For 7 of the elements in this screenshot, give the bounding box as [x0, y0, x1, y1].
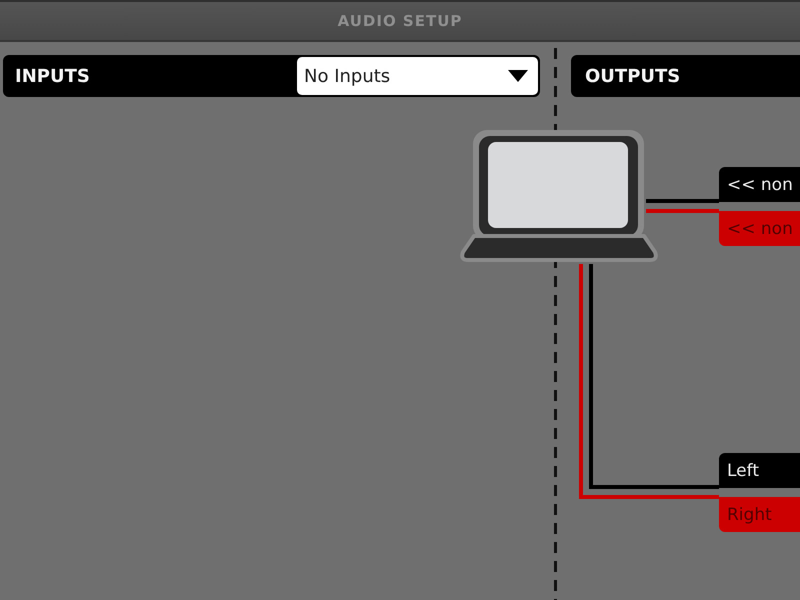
window-title: AUDIO SETUP [338, 12, 462, 30]
inputs-dropdown[interactable]: No Inputs [297, 57, 538, 95]
caret-icon [508, 70, 528, 82]
channel-tag[interactable]: Left [719, 453, 800, 488]
panel-title: OUTPUTS [585, 66, 680, 86]
panel-title: INPUTS [15, 66, 90, 86]
channel-tag[interactable]: << non [719, 167, 800, 202]
